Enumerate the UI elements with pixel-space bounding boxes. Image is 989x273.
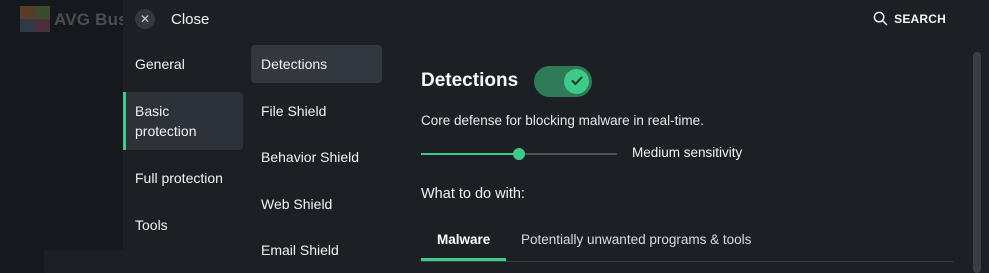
- primary-nav: General Basic protection Full protection…: [123, 45, 243, 244]
- avg-logo-icon: [20, 6, 50, 32]
- background-panel: [44, 250, 134, 273]
- tab-malware[interactable]: Malware: [421, 224, 507, 261]
- settings-panel: ✕ Close SEARCH General Basic protection …: [123, 0, 989, 273]
- nav-item-basic-protection[interactable]: Basic protection: [123, 92, 243, 150]
- search-label: SEARCH: [894, 11, 946, 26]
- nav-item-web-shield[interactable]: Web Shield: [251, 185, 382, 223]
- scrollbar[interactable]: [973, 52, 981, 273]
- what-to-do-label: What to do with:: [421, 186, 525, 202]
- close-button[interactable]: ✕ Close: [135, 9, 209, 29]
- close-label: Close: [171, 10, 210, 28]
- nav-item-email-shield[interactable]: Email Shield: [251, 231, 382, 269]
- nav-item-detections[interactable]: Detections: [251, 45, 382, 83]
- close-icon[interactable]: ✕: [135, 9, 155, 29]
- search-button[interactable]: SEARCH: [873, 11, 946, 26]
- checkmark-icon: [571, 76, 583, 85]
- nav-item-full-protection[interactable]: Full protection: [123, 159, 243, 197]
- sensitivity-slider-fill: [421, 153, 519, 155]
- threat-type-tabs: Malware Potentially unwanted programs & …: [421, 224, 953, 262]
- detections-toggle[interactable]: [534, 65, 593, 97]
- detections-description: Core defense for blocking malware in rea…: [421, 113, 704, 128]
- secondary-nav: Detections File Shield Behavior Shield W…: [251, 45, 382, 273]
- background-app-title: AVG Bus: [54, 10, 128, 29]
- detections-content: Detections Core defense for blocking mal…: [421, 64, 961, 202]
- nav-item-file-shield[interactable]: File Shield: [251, 92, 382, 130]
- nav-item-tools[interactable]: Tools: [123, 206, 243, 244]
- toggle-knob: [564, 68, 590, 94]
- nav-item-general[interactable]: General: [123, 45, 243, 83]
- sensitivity-slider-row: Medium sensitivity: [421, 145, 961, 163]
- nav-item-behavior-shield[interactable]: Behavior Shield: [251, 138, 382, 176]
- tab-potentially-unwanted-programs[interactable]: Potentially unwanted programs & tools: [521, 224, 751, 261]
- sensitivity-label: Medium sensitivity: [632, 145, 743, 160]
- sensitivity-slider-thumb[interactable]: [513, 148, 525, 160]
- heading-row: Detections: [421, 64, 961, 98]
- search-icon: [873, 11, 888, 26]
- settings-topbar: ✕ Close SEARCH: [123, 0, 989, 40]
- page-title: Detections: [421, 70, 519, 91]
